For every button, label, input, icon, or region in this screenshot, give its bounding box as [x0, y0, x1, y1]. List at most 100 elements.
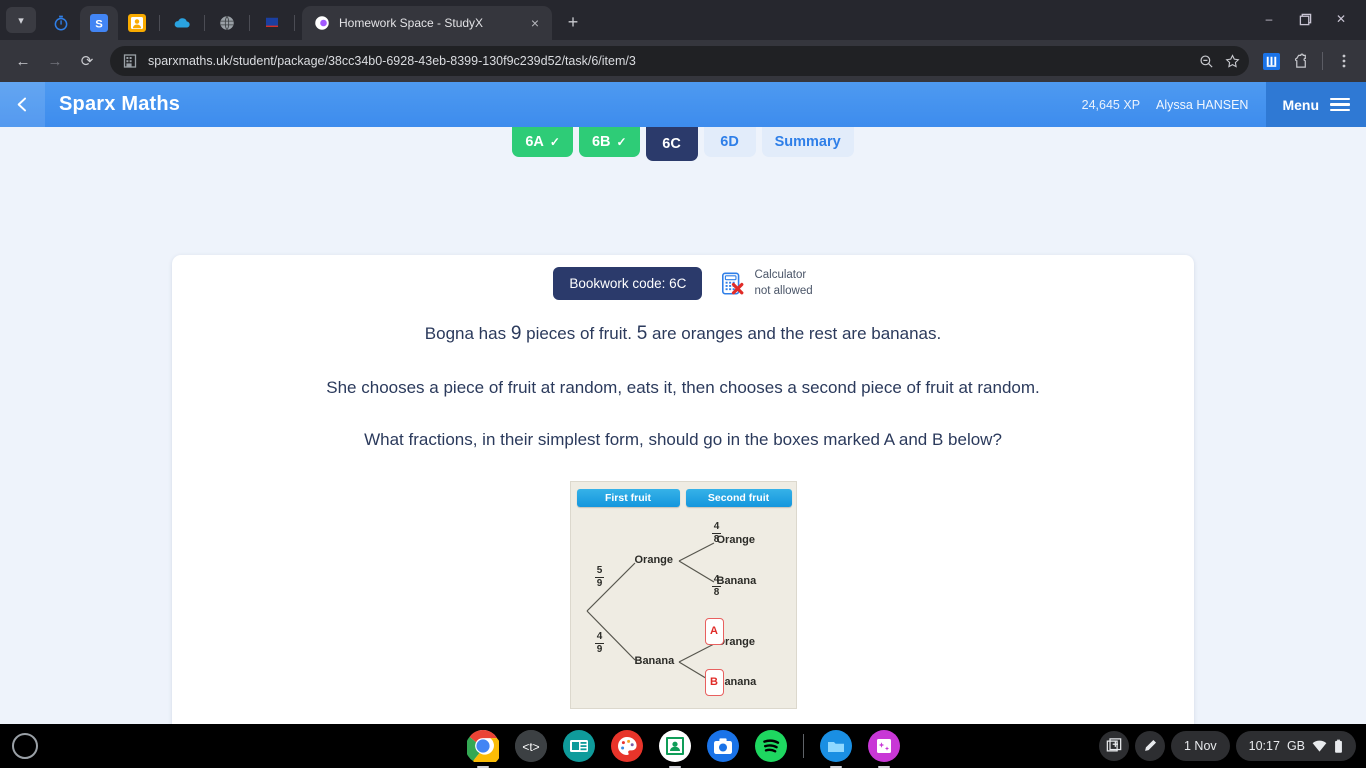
shelf-app-classroom[interactable] — [658, 730, 691, 762]
shelf-app-news[interactable] — [562, 730, 595, 762]
pinned-tab-timer[interactable] — [42, 6, 80, 40]
denominator: 8 — [713, 587, 720, 599]
tab-6d[interactable]: 6D — [703, 127, 756, 157]
tab-6a[interactable]: 6A ✓ — [512, 127, 573, 157]
site-info-icon — [123, 54, 137, 68]
shelf-app-tutor[interactable]: <t> — [514, 730, 547, 762]
check-icon: ✓ — [616, 135, 627, 149]
shelf-app-camera[interactable] — [706, 730, 739, 762]
svg-text:S: S — [95, 19, 103, 31]
xp-counter: 24,645 XP — [1081, 97, 1141, 112]
shelf-app-chrome[interactable] — [466, 730, 499, 762]
shelf-app-list: <t> — [466, 730, 900, 762]
tab-divider — [294, 15, 295, 31]
header-right: 24,645 XP Alyssa HANSEN Menu — [1082, 82, 1366, 127]
code-brackets-icon: <t> — [514, 730, 547, 762]
calculator-line1: Calculator — [754, 268, 807, 281]
pinned-tab-docs[interactable] — [253, 6, 291, 40]
menu-button[interactable]: Menu — [1266, 82, 1366, 127]
diagram-wrapper: First fruit Second fruit Orange Banana O… — [172, 480, 1194, 709]
wifi-icon — [1312, 740, 1327, 752]
contacts-icon — [128, 14, 146, 32]
menu-label: Menu — [1282, 96, 1319, 113]
bookmark-star-icon[interactable] — [1219, 48, 1245, 74]
q1-part-b: pieces of fruit. — [526, 324, 632, 343]
extensions-puzzle-icon[interactable] — [1287, 47, 1315, 75]
pinned-tab-sparx[interactable]: S — [80, 6, 118, 40]
browser-window: ▾ S Homework Space - StudyX × + – ✕ ← → … — [0, 0, 1366, 724]
numerator: 4 — [596, 630, 603, 642]
forward-button[interactable]: → — [40, 46, 70, 76]
date-tray[interactable]: 1 Nov — [1171, 731, 1230, 761]
tab-search-chevron-down-icon[interactable]: ▾ — [6, 7, 36, 33]
user-name: Alyssa HANSEN — [1156, 97, 1249, 112]
active-tab[interactable]: Homework Space - StudyX × — [302, 6, 552, 40]
tab-6c-label: 6C — [662, 136, 681, 152]
globe-icon — [220, 16, 234, 30]
address-bar[interactable]: sparxmaths.uk/student/package/38cc34b0-6… — [110, 46, 1249, 76]
hamburger-icon — [1330, 97, 1350, 112]
bookwork-code-badge: Bookwork code: 6C — [553, 267, 703, 300]
reload-button[interactable]: ⟳ — [72, 46, 102, 76]
back-button[interactable]: ← — [8, 46, 38, 76]
branch-prob-orange-banana: 4 8 — [710, 573, 724, 599]
sparx-s-icon: S — [90, 14, 108, 32]
stylus-button[interactable] — [1135, 731, 1165, 761]
window-controls: – ✕ — [1252, 6, 1358, 32]
status-tray[interactable]: 10:17 GB — [1235, 731, 1356, 761]
new-tab-button[interactable]: + — [560, 9, 586, 35]
shelf-app-paint[interactable] — [610, 730, 643, 762]
system-tray: 1 Nov 10:17 GB — [1099, 731, 1356, 761]
answer-box-a[interactable]: A — [704, 617, 724, 645]
tree-branches — [586, 542, 714, 684]
numerator: 4 — [713, 573, 720, 585]
maximize-icon[interactable] — [1288, 6, 1322, 32]
node-first-orange: Orange — [634, 553, 674, 566]
check-icon: ✓ — [549, 135, 560, 149]
cloud-icon — [174, 18, 190, 28]
window-close-icon[interactable]: ✕ — [1324, 6, 1358, 32]
question-tabs: 6A ✓ 6B ✓ 6C 6D Summary — [0, 127, 1366, 163]
screen-capture-icon — [1106, 738, 1122, 752]
question-card: Bookwork code: 6C Calculator not allowed… — [172, 255, 1194, 724]
launcher-button[interactable] — [12, 733, 38, 759]
chromeos-shelf: <t> 1 Nov 10:17 GB — [0, 724, 1366, 768]
screen-capture-button[interactable] — [1099, 731, 1129, 761]
extension-icon-blue[interactable] — [1257, 47, 1285, 75]
pinned-tab-onedrive[interactable] — [163, 6, 201, 40]
branch-prob-first-orange: 5 9 — [593, 564, 607, 590]
shelf-app-spotify[interactable] — [754, 730, 787, 762]
sparx-header: Sparx Maths 24,645 XP Alyssa HANSEN Menu — [0, 82, 1366, 127]
folder-icon — [819, 730, 852, 762]
zoom-out-icon[interactable] — [1193, 48, 1219, 74]
q1-number-2: 5 — [636, 323, 648, 344]
chrome-menu-icon[interactable] — [1330, 47, 1358, 75]
denominator: 8 — [713, 534, 720, 546]
news-icon — [562, 730, 595, 762]
document-icon — [266, 17, 278, 27]
minimize-icon[interactable]: – — [1252, 6, 1286, 32]
chrome-icon — [466, 730, 499, 762]
calculator-status: Calculator not allowed — [720, 268, 813, 299]
tab-summary[interactable]: Summary — [761, 127, 854, 157]
tab-6c[interactable]: 6C — [645, 127, 698, 161]
close-icon[interactable]: × — [526, 16, 544, 30]
header-back-button[interactable] — [0, 82, 45, 127]
time-label: 10:17 — [1248, 739, 1280, 753]
answer-box-b[interactable]: B — [704, 668, 724, 696]
node-first-banana: Banana — [634, 654, 675, 667]
q1-number-1: 9 — [510, 323, 522, 344]
tab-6b[interactable]: 6B ✓ — [578, 127, 640, 157]
pinned-tab-browser[interactable] — [208, 6, 246, 40]
branch-prob-orange-orange: 4 8 — [710, 521, 724, 546]
shelf-app-photo-editor[interactable] — [867, 730, 900, 762]
denominator: 9 — [596, 578, 603, 590]
question-line-1: Bogna has 9 pieces of fruit. 5 are orang… — [172, 320, 1194, 348]
tab-6b-label: 6B — [591, 134, 611, 150]
shelf-app-files[interactable] — [819, 730, 852, 762]
numerator: 5 — [596, 564, 603, 576]
tab-divider — [204, 15, 205, 31]
tab-divider — [159, 15, 160, 31]
pinned-tab-contacts[interactable] — [118, 6, 156, 40]
page-title: Sparx Maths — [59, 93, 181, 115]
